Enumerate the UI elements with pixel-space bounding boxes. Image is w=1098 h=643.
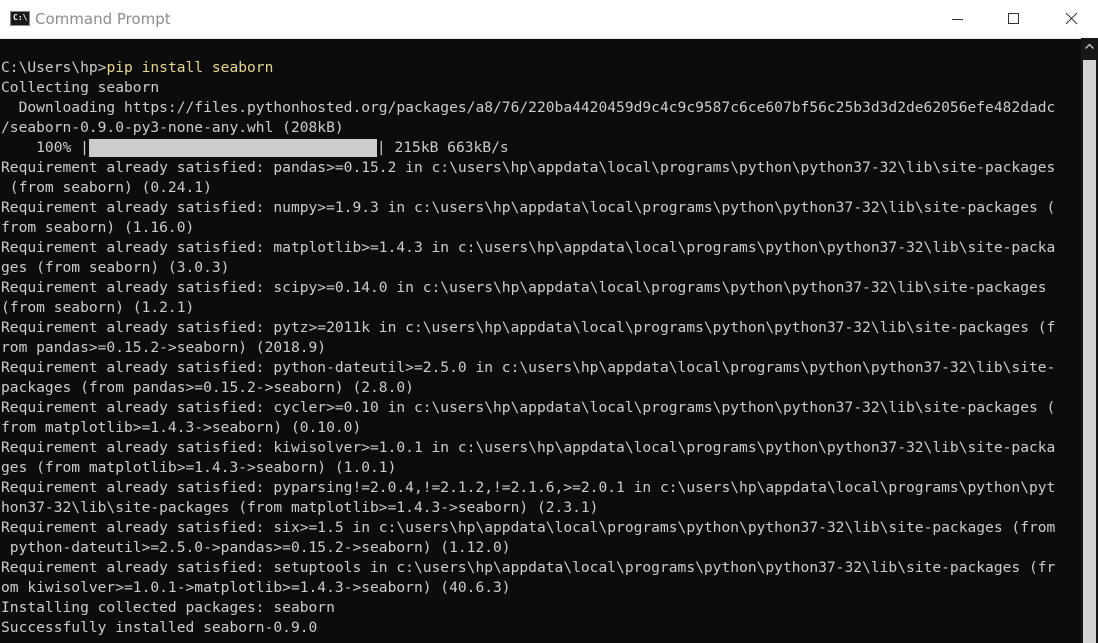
command-line: C:\Users\hp>pip install seaborn xyxy=(1,58,1055,78)
close-button[interactable] xyxy=(1046,0,1092,38)
output-line: /seaborn-0.9.0-py3-none-any.whl (208kB) xyxy=(1,119,344,136)
command-prompt-window: C:\ Command Prompt C:\Users\hp>pip insta… xyxy=(0,0,1098,643)
output-line: Requirement already satisfied: matplotli… xyxy=(1,239,1056,256)
output-line: Requirement already satisfied: pyparsing… xyxy=(1,479,1056,496)
scroll-up-button[interactable] xyxy=(1081,38,1098,55)
output-line: python-dateutil>=2.5.0->pandas>=0.15.2->… xyxy=(1,539,511,556)
output-line: from matplotlib>=1.4.3->seaborn) (0.10.0… xyxy=(1,419,362,436)
command-text: pip install seaborn xyxy=(106,59,274,76)
output-line: ges (from matplotlib>=1.4.3->seaborn) (1… xyxy=(1,459,397,476)
progress-percent: 100% xyxy=(1,139,81,156)
output-line: Requirement already satisfied: numpy>=1.… xyxy=(1,199,1056,216)
minimize-button[interactable] xyxy=(940,0,986,38)
progress-line: 100% | | 215kB 663kB/s xyxy=(1,138,1055,158)
output-line: om kiwisolver>=1.0.1->matplotlib>=1.4.3-… xyxy=(1,579,511,596)
output-line: ges (from seaborn) (3.0.3) xyxy=(1,259,230,276)
output-line: Requirement already satisfied: setuptool… xyxy=(1,559,1056,576)
progress-edge-left: | xyxy=(80,139,89,156)
output-line: Requirement already satisfied: pytz>=201… xyxy=(1,319,1056,336)
output-line: hon37-32\lib\site-packages (from matplot… xyxy=(1,499,599,516)
console-lines: C:\Users\hp>pip install seaborn Collecti… xyxy=(1,58,1055,638)
progress-stats: 215kB 663kB/s xyxy=(385,139,509,156)
output-line: rom pandas>=0.15.2->seaborn) (2018.9) xyxy=(1,339,327,356)
output-line: Requirement already satisfied: python-da… xyxy=(1,359,1056,376)
progress-edge-right: | xyxy=(376,139,386,156)
maximize-icon xyxy=(1008,13,1019,24)
close-icon xyxy=(1065,12,1078,25)
output-line: packages (from pandas>=0.15.2->seaborn) … xyxy=(1,379,414,396)
maximize-button[interactable] xyxy=(990,0,1036,38)
vertical-scrollbar[interactable] xyxy=(1081,38,1098,643)
output-line: (from seaborn) (1.2.1) xyxy=(1,299,195,316)
minimize-icon xyxy=(952,19,963,20)
output-line: (from seaborn) (0.24.1) xyxy=(1,179,212,196)
chevron-up-icon xyxy=(1085,43,1094,49)
scroll-thumb[interactable] xyxy=(1083,60,1096,643)
output-line: Installing collected packages: seaborn xyxy=(1,599,335,616)
output-line: Successfully installed seaborn-0.9.0 xyxy=(1,619,318,636)
output-line: Requirement already satisfied: pandas>=0… xyxy=(1,159,1056,176)
output-line: Requirement already satisfied: cycler>=0… xyxy=(1,399,1056,416)
console-output[interactable]: C:\Users\hp>pip install seaborn Collecti… xyxy=(0,38,1081,643)
app-icon-label: C:\ xyxy=(13,13,28,22)
window-title: Command Prompt xyxy=(35,10,171,28)
command-prompt-icon: C:\ xyxy=(10,11,30,26)
output-line: Requirement already satisfied: six>=1.5 … xyxy=(1,519,1056,536)
title-bar[interactable]: C:\ Command Prompt xyxy=(0,0,1098,39)
output-line: Collecting seaborn xyxy=(1,79,160,96)
output-line: Downloading https://files.pythonhosted.o… xyxy=(1,99,1056,116)
progress-bar xyxy=(88,139,377,157)
output-line: from seaborn) (1.16.0) xyxy=(1,219,195,236)
output-line: Requirement already satisfied: scipy>=0.… xyxy=(1,279,1047,296)
output-line: Requirement already satisfied: kiwisolve… xyxy=(1,439,1056,456)
prompt: C:\Users\hp> xyxy=(1,59,107,76)
